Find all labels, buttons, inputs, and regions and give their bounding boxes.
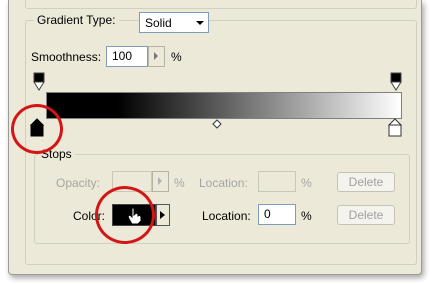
smoothness-input[interactable]: 100: [106, 46, 148, 67]
chevron-down-icon: [196, 21, 204, 25]
opacity-stop-left[interactable]: [33, 72, 45, 92]
opacity-label: Opacity:: [56, 176, 101, 190]
presets-group-bottom-edge: [25, 0, 417, 9]
opacity-unit: %: [174, 176, 185, 190]
gradient-type-select[interactable]: Solid: [139, 12, 209, 33]
midpoint-diamond[interactable]: [212, 119, 222, 129]
highlight-circle-color-swatch: [95, 186, 155, 244]
smoothness-label: Smoothness:: [31, 50, 102, 64]
color-location-value: 0: [264, 207, 271, 221]
color-location-unit: %: [301, 209, 312, 223]
stops-group: [34, 154, 410, 244]
triangle-right-icon: [158, 177, 162, 185]
opacity-location-unit: %: [301, 176, 312, 190]
smoothness-value: 100: [112, 49, 133, 63]
gradient-type-label: Gradient Type:: [34, 13, 119, 27]
color-location-input[interactable]: 0: [258, 204, 296, 225]
color-location-label: Location:: [202, 209, 251, 223]
opacity-stop-right[interactable]: [390, 72, 402, 92]
smoothness-stepper-button[interactable]: [148, 46, 165, 67]
gradient-bar[interactable]: [46, 92, 402, 119]
triangle-right-icon: [160, 211, 165, 219]
gradient-type-value: Solid: [145, 16, 172, 30]
opacity-location-input[interactable]: [258, 171, 296, 192]
triangle-right-icon: [154, 52, 158, 60]
color-stop-right[interactable]: [388, 118, 402, 138]
smoothness-unit: %: [171, 50, 182, 64]
gradient-editor-dialog: Gradient Type: Solid Smoothness: 100 % S…: [8, 0, 422, 275]
color-menu-button[interactable]: [156, 204, 170, 226]
highlight-circle-color-stop: [11, 104, 63, 154]
color-delete-button[interactable]: Delete: [337, 205, 395, 225]
opacity-stepper-button[interactable]: [152, 171, 169, 192]
opacity-delete-button[interactable]: Delete: [337, 172, 395, 192]
opacity-location-label: Location:: [199, 176, 248, 190]
